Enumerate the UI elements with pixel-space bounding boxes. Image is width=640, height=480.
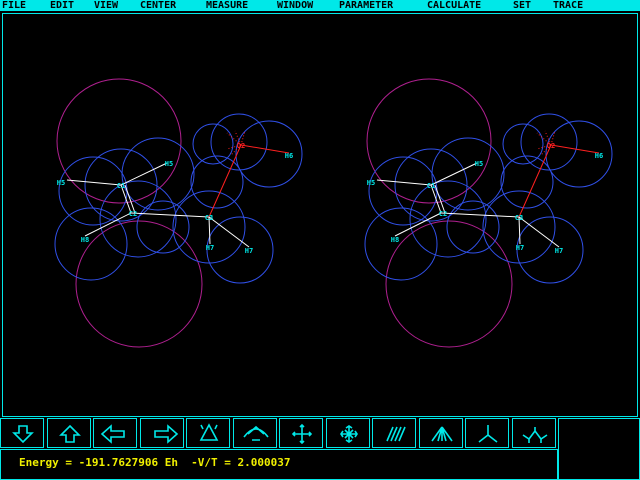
zoom-button[interactable] [325,418,370,448]
ball-stick-icon [478,425,498,443]
menu-parameter[interactable]: PARAMETER [339,0,393,11]
bond-line [518,216,560,248]
atom-label-c1: C1 [117,182,125,190]
menu-file[interactable]: FILE [2,0,26,11]
atom-label-h5: H5 [165,160,173,168]
atom-label-c1: C1 [427,182,435,190]
rotate-y-icon [242,425,269,441]
menu-window[interactable]: WINDOW [277,0,313,11]
rotate-z-icon [199,423,219,441]
translate-button[interactable] [279,418,323,448]
atom-label-h8: H8 [391,236,399,244]
atom-sphere [192,123,234,165]
rotate-right-button[interactable] [139,418,184,448]
menu-view[interactable]: VIEW [94,0,118,11]
menu-set[interactable]: SET [513,0,531,11]
bond-line [130,212,210,218]
status-bar: Energy = -191.7627906 Eh -V/T = 2.000037 [0,449,558,480]
rotate-left-button[interactable] [93,418,137,448]
wireframe-render-button[interactable] [418,418,463,448]
atom-sphere [502,123,544,165]
atom-label-o2: O2 [547,142,555,150]
atom-sphere [446,200,500,254]
arrow-right-icon [153,424,178,444]
rotate-z-button[interactable] [186,418,230,448]
atom-label-h8: H8 [81,236,89,244]
atom-label-c3: C3 [515,214,523,222]
atom-label-h7: H7 [516,244,524,252]
atom-sphere [54,207,128,281]
left-stereo-view: C1 C2 C3 O2 H5 H5 H6 H7 H7 H8 [54,78,303,348]
atom-label-c2: C2 [439,210,447,218]
atom-label-c2: C2 [129,210,137,218]
atom-sphere [136,200,190,254]
bond-line [208,216,250,248]
rotate-up-button[interactable] [46,418,91,448]
cartoon-icon [522,427,547,443]
toolbar-empty-panel [558,418,640,480]
menu-bar: FILE EDIT VIEW CENTER MEASURE WINDOW PARAMETER… [0,0,640,11]
atom-sphere [121,137,195,211]
atom-sphere [364,207,438,281]
toolbar [0,418,640,449]
atom-label-h6: H6 [285,152,293,160]
atom-label-h5: H5 [475,160,483,168]
rotate-down-button[interactable] [0,418,44,448]
bond-line [440,212,520,218]
atom-label-o2: O2 [237,142,245,150]
arrow-left-icon [100,424,125,444]
electron-density-sphere [75,220,203,348]
arrow-up-icon [58,424,81,443]
atom-sphere [206,216,274,284]
electron-density-sphere [385,220,513,348]
atom-label-h5: H5 [367,179,375,187]
wireframe-icon [430,426,453,442]
atom-label-h7: H7 [555,247,563,255]
zoom-icon [339,425,358,443]
stereo-molecule-view: C1 C2 C3 O2 H5 H5 H6 H7 H7 H8 C1 C2 C3 O2 H5 H5 H6 H7 H7 H8 [54,78,613,348]
menu-edit[interactable]: EDIT [50,0,74,11]
rotate-y-button[interactable] [232,418,277,448]
atom-label-h5: H5 [57,179,65,187]
menu-center[interactable]: CENTER [140,0,176,11]
molecule-viewport[interactable]: C1 C2 C3 O2 H5 H5 H6 H7 H7 H8 C1 C2 C3 O2 H5 H5 H6 H7 H7 H8 [2,13,638,417]
cartoon-render-button[interactable] [511,418,556,448]
right-stereo-view: C1 C2 C3 O2 H5 H5 H6 H7 H7 H8 [364,78,613,348]
menu-measure[interactable]: MEASURE [206,0,248,11]
menu-trace[interactable]: TRACE [553,0,583,11]
menu-calculate[interactable]: CALCULATE [427,0,481,11]
atom-label-h7: H7 [206,244,214,252]
stick-render-icon [386,426,406,442]
atom-sphere [431,137,505,211]
ball-stick-render-button[interactable] [465,418,509,448]
atom-sphere [516,216,584,284]
atom-label-h7: H7 [245,247,253,255]
energy-readout: Energy = -191.7627906 Eh -V/T = 2.000037 [19,456,291,469]
stick-render-button[interactable] [372,418,416,448]
translate-icon [291,423,313,445]
atom-label-c3: C3 [205,214,213,222]
atom-label-h6: H6 [595,152,603,160]
arrow-down-icon [12,425,34,444]
